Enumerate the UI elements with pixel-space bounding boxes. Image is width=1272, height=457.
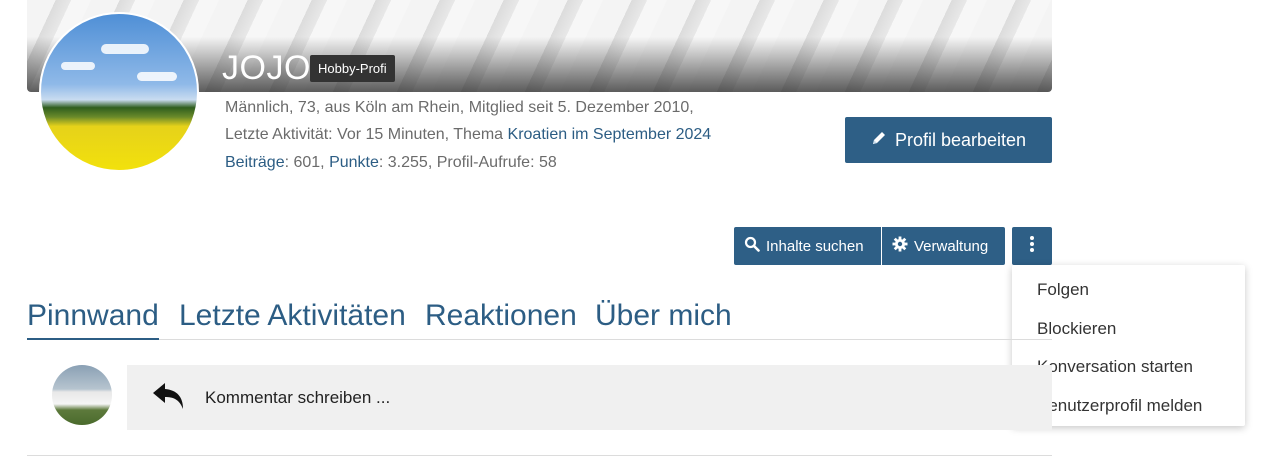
vertical-ellipsis-icon — [1029, 235, 1035, 257]
commenter-avatar — [52, 365, 112, 425]
profile-username: JOJO — [222, 49, 311, 87]
points-value: : 3.255, Profil-Aufrufe: 58 — [378, 154, 557, 171]
edit-profile-label: Profil bearbeiten — [894, 129, 1027, 150]
profile-meta-line1: Männlich, 73, aus Köln am Rhein, Mitglie… — [225, 99, 694, 116]
profile-tabs: Pinnwand Letzte Aktivitäten Reaktionen Ü… — [27, 296, 1052, 340]
last-activity-text: Letzte Aktivität: Vor 15 Minuten, Thema — [225, 126, 508, 143]
reply-icon — [151, 381, 187, 415]
profile-meta-line2: Letzte Aktivität: Vor 15 Minuten, Thema … — [225, 126, 711, 144]
pencil-icon — [871, 130, 887, 151]
divider — [27, 455, 1052, 456]
last-thread-link[interactable]: Kroatien im September 2024 — [508, 126, 712, 143]
tab-reaktionen[interactable]: Reaktionen — [425, 296, 577, 336]
tab-letzte-aktivitaeten[interactable]: Letzte Aktivitäten — [179, 296, 406, 336]
search-content-label: Inhalte suchen — [766, 237, 864, 255]
points-link[interactable]: Punkte — [329, 154, 379, 171]
posts-value: : 601, — [284, 154, 330, 171]
tab-ueber-mich[interactable]: Über mich — [595, 296, 732, 336]
search-icon — [744, 236, 760, 256]
admin-label: Verwaltung — [914, 237, 989, 255]
posts-link[interactable]: Beiträge — [225, 154, 285, 171]
gear-icon — [892, 236, 908, 256]
rank-badge: Hobby-Profi — [310, 55, 395, 82]
user-avatar[interactable] — [39, 12, 199, 172]
edit-profile-button[interactable]: Profil bearbeiten — [845, 117, 1052, 163]
comment-placeholder: Kommentar schreiben ... — [205, 387, 391, 407]
more-options-button[interactable] — [1012, 227, 1052, 265]
profile-stats: Beiträge: 601, Punkte: 3.255, Profil-Auf… — [225, 154, 557, 172]
search-content-button[interactable]: Inhalte suchen — [734, 227, 881, 265]
admin-button[interactable]: Verwaltung — [882, 227, 1005, 265]
comment-input[interactable]: Kommentar schreiben ... — [127, 365, 1052, 430]
tab-pinnwand[interactable]: Pinnwand — [27, 296, 159, 340]
